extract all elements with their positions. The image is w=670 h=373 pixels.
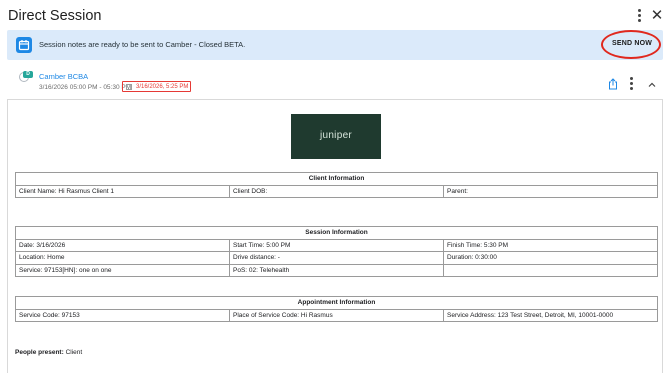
client-name-cell: Client Name: Hi Rasmus Client 1 bbox=[15, 184, 230, 198]
logo-text: juniper bbox=[319, 130, 353, 141]
client-information-heading: Client Information bbox=[15, 172, 658, 186]
session-information-heading: Session Information bbox=[15, 226, 658, 240]
people-present-label: People present: bbox=[15, 349, 64, 356]
appointment-information-table: Appointment Information Service Code: 97… bbox=[15, 296, 658, 322]
avatar-badge: D bbox=[23, 71, 33, 78]
parent-cell: Parent: bbox=[443, 184, 658, 198]
service-code-cell: Service Code: 97153 bbox=[15, 308, 230, 322]
session-header: D Camber BCBA 3/16/2026 05:00 PM - 05:30… bbox=[7, 66, 663, 98]
people-present: People present: Client bbox=[15, 349, 82, 356]
location-cell: Location: Home bbox=[15, 251, 230, 265]
pos-cell: PoS: 02: Telehealth bbox=[229, 263, 444, 277]
appointment-information-heading: Appointment Information bbox=[15, 296, 658, 310]
page-title: Direct Session bbox=[8, 8, 102, 24]
signed-date-chip: 3/16/2026, 5:25 PM bbox=[122, 81, 191, 92]
session-note-document: juniper Client Information Client Name: … bbox=[7, 99, 663, 373]
people-present-value: Client bbox=[65, 349, 83, 356]
banner-message: Session notes are ready to be sent to Ca… bbox=[39, 40, 246, 49]
start-time-cell: Start Time: 5:00 PM bbox=[229, 238, 444, 252]
juniper-logo: juniper bbox=[291, 114, 381, 159]
notification-banner: Session notes are ready to be sent to Ca… bbox=[7, 30, 663, 60]
title-bar: Direct Session ✕ bbox=[0, 0, 670, 30]
client-information-table: Client Information Client Name: Hi Rasmu… bbox=[15, 172, 658, 198]
drive-distance-cell: Drive distance: - bbox=[229, 251, 444, 265]
empty-cell bbox=[443, 263, 658, 277]
highlight-annotation bbox=[601, 30, 661, 59]
service-cell: Service: 97153[HN]: one on one bbox=[15, 263, 230, 277]
provider-name[interactable]: Camber BCBA bbox=[39, 72, 88, 81]
chevron-up-icon[interactable] bbox=[647, 77, 657, 87]
date-cell: Date: 3/16/2026 bbox=[15, 238, 230, 252]
calendar-icon bbox=[16, 37, 32, 53]
signed-date-text: 3/16/2026, 5:25 PM bbox=[136, 83, 189, 90]
close-icon[interactable]: ✕ bbox=[650, 7, 664, 23]
share-icon[interactable] bbox=[608, 77, 618, 90]
session-information-table: Session Information Date: 3/16/2026 Star… bbox=[15, 226, 658, 277]
finish-time-cell: Finish Time: 5:30 PM bbox=[443, 238, 658, 252]
session-more-icon[interactable] bbox=[628, 76, 634, 90]
client-dob-cell: Client DOB: bbox=[229, 184, 444, 198]
place-of-service-cell: Place of Service Code: Hi Rasmus bbox=[229, 308, 444, 322]
session-time-range: 3/16/2026 05:00 PM - 05:30 PM bbox=[39, 84, 132, 91]
more-options-icon[interactable] bbox=[632, 7, 646, 23]
service-address-cell: Service Address: 123 Test Street, Detroi… bbox=[443, 308, 658, 322]
signature-icon bbox=[126, 84, 132, 90]
duration-cell: Duration: 0:30:00 bbox=[443, 251, 658, 265]
